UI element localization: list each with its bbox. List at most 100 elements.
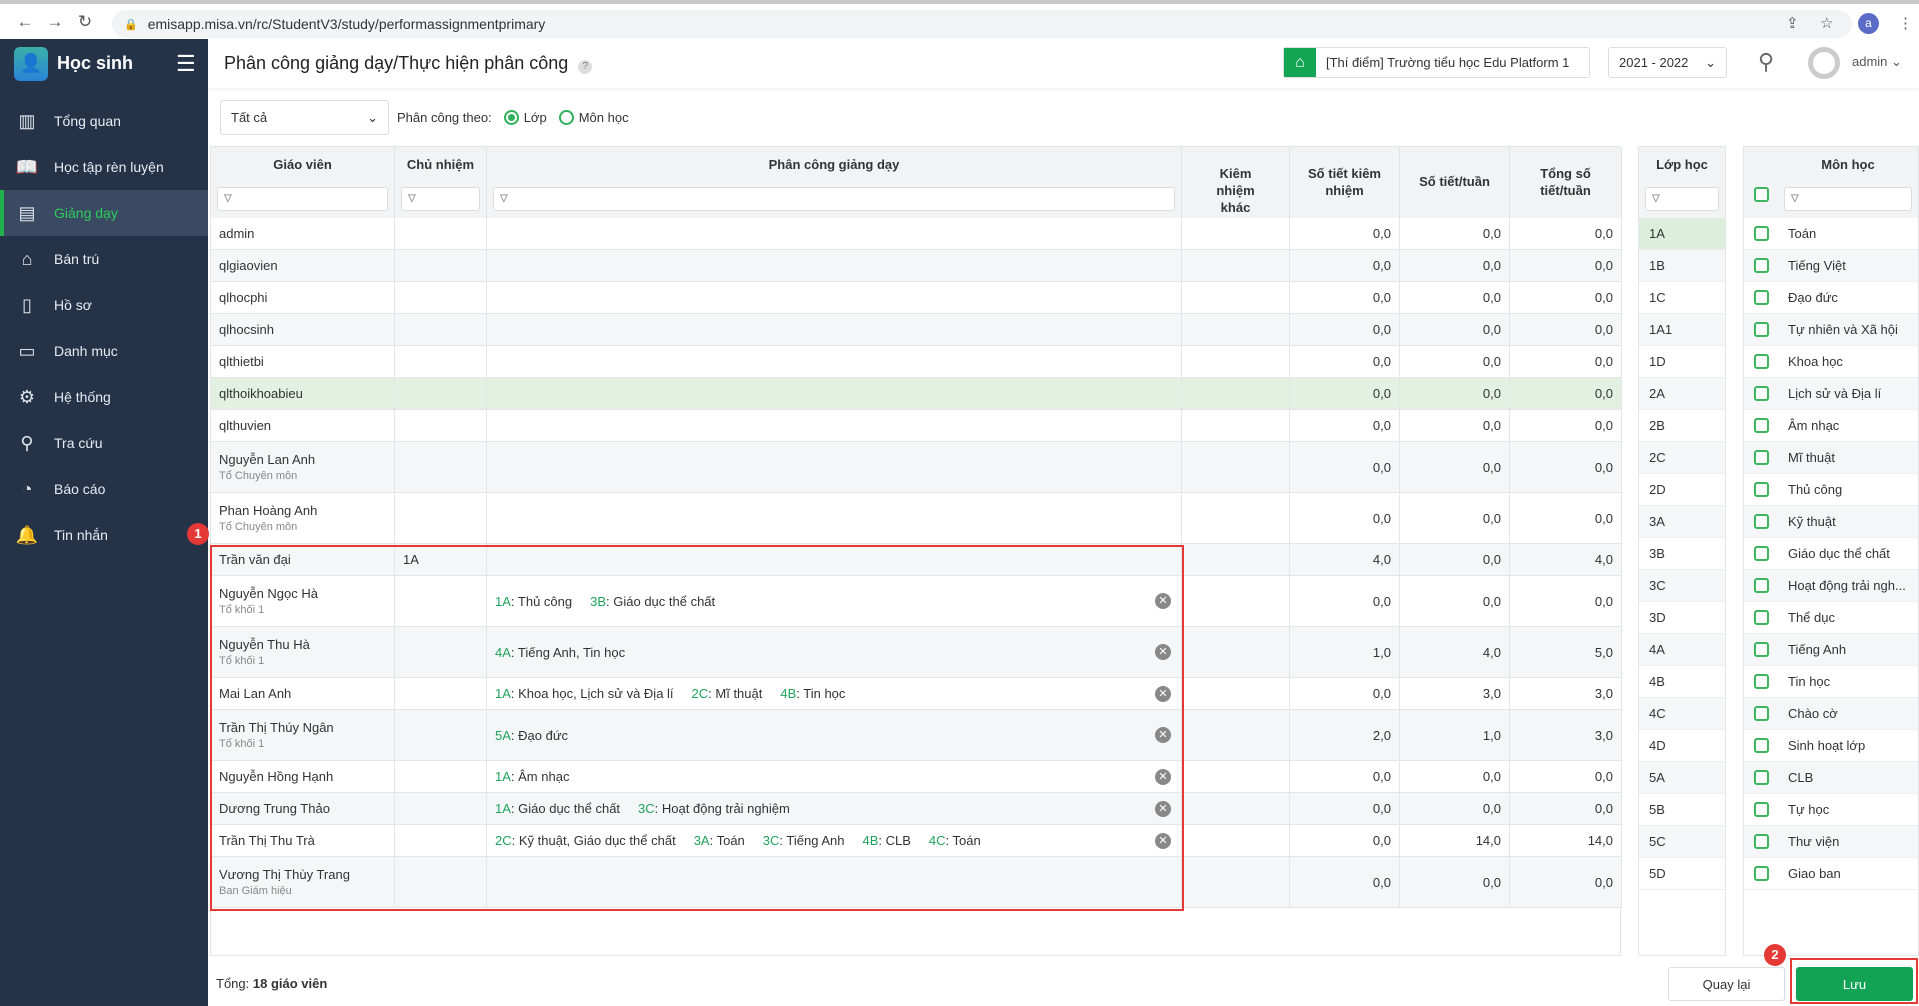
class-item[interactable]: 4B bbox=[1639, 666, 1725, 698]
assign-cell[interactable] bbox=[487, 282, 1182, 313]
subject-checkbox[interactable] bbox=[1754, 770, 1769, 785]
subject-item[interactable]: Tự nhiên và Xã hội bbox=[1744, 314, 1918, 346]
subject-checkbox[interactable] bbox=[1754, 738, 1769, 753]
sidebar-item[interactable]: ◔ Báo cáo bbox=[0, 466, 208, 512]
subject-item[interactable]: Tin học bbox=[1744, 666, 1918, 698]
class-item[interactable]: 3A bbox=[1639, 506, 1725, 538]
teacher-filter-input[interactable]: ▽ bbox=[217, 187, 388, 211]
filter-select[interactable]: Tất cả ⌄ bbox=[220, 100, 389, 135]
table-row[interactable]: Nguyễn Lan Anh Tổ Chuyên môn 0,0 0,0 0,0 bbox=[211, 442, 1622, 493]
subject-item[interactable]: Tiếng Anh bbox=[1744, 634, 1918, 666]
class-item[interactable]: 2D bbox=[1639, 474, 1725, 506]
address-bar[interactable]: 🔒 emisapp.misa.vn/rc/StudentV3/study/perf… bbox=[112, 10, 1852, 38]
subject-checkbox[interactable] bbox=[1754, 354, 1769, 369]
share-icon[interactable]: ⇪ bbox=[1786, 14, 1799, 32]
subject-checkbox[interactable] bbox=[1754, 514, 1769, 529]
sidebar-item[interactable]: ⚲ Tra cứu bbox=[0, 420, 208, 466]
class-item[interactable]: 1D bbox=[1639, 346, 1725, 378]
back-arrow-icon[interactable]: ← bbox=[10, 12, 40, 32]
assign-cell[interactable] bbox=[487, 218, 1182, 249]
subject-checkbox[interactable] bbox=[1754, 674, 1769, 689]
subject-item[interactable]: Lịch sử và Địa lí bbox=[1744, 378, 1918, 410]
search-analytics-icon[interactable]: ⚲ bbox=[1758, 49, 1774, 75]
subject-item[interactable]: Thể dục bbox=[1744, 602, 1918, 634]
class-item[interactable]: 2C bbox=[1639, 442, 1725, 474]
subject-item[interactable]: Toán bbox=[1744, 218, 1918, 250]
star-icon[interactable]: ☆ bbox=[1820, 14, 1833, 32]
table-row[interactable]: qlhocphi 0,0 0,0 0,0 bbox=[211, 282, 1622, 314]
help-icon[interactable]: ? bbox=[578, 60, 593, 74]
table-row[interactable]: qlthietbi 0,0 0,0 0,0 bbox=[211, 346, 1622, 378]
homeroom-filter-input[interactable]: ▽ bbox=[401, 187, 480, 211]
sidebar-item[interactable]: ⌂ Bán trú bbox=[0, 236, 208, 282]
subject-checkbox[interactable] bbox=[1754, 482, 1769, 497]
class-item[interactable]: 1B bbox=[1639, 250, 1725, 282]
assign-cell[interactable] bbox=[487, 346, 1182, 377]
subject-item[interactable]: Thủ công bbox=[1744, 474, 1918, 506]
sidebar-item[interactable]: 📖 Học tập rèn luyện bbox=[0, 144, 208, 190]
profile-avatar[interactable]: a bbox=[1858, 13, 1879, 34]
subject-checkbox[interactable] bbox=[1754, 258, 1769, 273]
class-item[interactable]: 4A bbox=[1639, 634, 1725, 666]
subject-item[interactable]: Thư viện bbox=[1744, 826, 1918, 858]
subject-item[interactable]: Đạo đức bbox=[1744, 282, 1918, 314]
back-button[interactable]: Quay lại bbox=[1668, 967, 1785, 1001]
table-row[interactable]: Phan Hoàng Anh Tổ Chuyên môn 0,0 0,0 0,0 bbox=[211, 493, 1622, 544]
subject-item[interactable]: Kỹ thuật bbox=[1744, 506, 1918, 538]
class-item[interactable]: 5B bbox=[1639, 794, 1725, 826]
subject-item[interactable]: Khoa học bbox=[1744, 346, 1918, 378]
kebab-menu-icon[interactable]: ⋮ bbox=[1898, 14, 1913, 32]
school-year-select[interactable]: 2021 - 2022 ⌄ bbox=[1608, 47, 1727, 78]
subject-checkbox[interactable] bbox=[1754, 642, 1769, 657]
table-row[interactable]: qlthuvien 0,0 0,0 0,0 bbox=[211, 410, 1622, 442]
select-all-checkbox[interactable] bbox=[1754, 187, 1769, 202]
subject-checkbox[interactable] bbox=[1754, 386, 1769, 401]
table-row[interactable]: qlhocsinh 0,0 0,0 0,0 bbox=[211, 314, 1622, 346]
table-row[interactable]: qlgiaovien 0,0 0,0 0,0 bbox=[211, 250, 1622, 282]
table-row[interactable]: qlthoikhoabieu 0,0 0,0 0,0 bbox=[211, 378, 1622, 410]
subject-checkbox[interactable] bbox=[1754, 866, 1769, 881]
user-avatar[interactable] bbox=[1808, 47, 1840, 79]
class-filter-input[interactable]: ▽ bbox=[1645, 187, 1719, 211]
sidebar-item[interactable]: ▭ Danh mục bbox=[0, 328, 208, 374]
sidebar-item[interactable]: ▤ Giảng dạy bbox=[0, 190, 208, 236]
radio-subject[interactable]: Môn học bbox=[558, 110, 629, 125]
subject-item[interactable]: Sinh hoạt lớp bbox=[1744, 730, 1918, 762]
class-item[interactable]: 3D bbox=[1639, 602, 1725, 634]
hamburger-menu-icon[interactable]: ☰ bbox=[176, 51, 196, 77]
class-item[interactable]: 3C bbox=[1639, 570, 1725, 602]
subject-checkbox[interactable] bbox=[1754, 546, 1769, 561]
class-item[interactable]: 4D bbox=[1639, 730, 1725, 762]
subject-checkbox[interactable] bbox=[1754, 610, 1769, 625]
subject-checkbox[interactable] bbox=[1754, 290, 1769, 305]
class-item[interactable]: 1C bbox=[1639, 282, 1725, 314]
class-item[interactable]: 1A bbox=[1639, 218, 1725, 250]
subject-checkbox[interactable] bbox=[1754, 322, 1769, 337]
sidebar-item[interactable]: ▥ Tổng quan bbox=[0, 98, 208, 144]
subject-filter-input[interactable]: ▽ bbox=[1784, 187, 1912, 211]
class-item[interactable]: 2B bbox=[1639, 410, 1725, 442]
subject-item[interactable]: Hoạt động trải ngh... bbox=[1744, 570, 1918, 602]
sidebar-item[interactable]: ▯ Hồ sơ bbox=[0, 282, 208, 328]
class-item[interactable]: 2A bbox=[1639, 378, 1725, 410]
subject-checkbox[interactable] bbox=[1754, 802, 1769, 817]
subject-item[interactable]: Giáo dục thể chất bbox=[1744, 538, 1918, 570]
radio-class[interactable]: Lớp bbox=[503, 110, 547, 125]
subject-item[interactable]: Giao ban bbox=[1744, 858, 1918, 890]
user-menu[interactable]: admin ⌄ bbox=[1852, 54, 1902, 70]
forward-arrow-icon[interactable]: → bbox=[40, 12, 70, 32]
subject-checkbox[interactable] bbox=[1754, 706, 1769, 721]
sidebar-item[interactable]: 🔔 Tin nhắn bbox=[0, 512, 208, 558]
assign-filter-input[interactable]: ▽ bbox=[493, 187, 1175, 211]
reload-icon[interactable]: ↻ bbox=[70, 12, 100, 32]
subject-item[interactable]: Chào cờ bbox=[1744, 698, 1918, 730]
subject-checkbox[interactable] bbox=[1754, 834, 1769, 849]
school-selector[interactable]: ⌂ [Thí điểm] Trường tiểu học Edu Platform… bbox=[1283, 47, 1590, 78]
subject-checkbox[interactable] bbox=[1754, 226, 1769, 241]
class-item[interactable]: 5A bbox=[1639, 762, 1725, 794]
assign-cell[interactable] bbox=[487, 442, 1182, 492]
assign-cell[interactable] bbox=[487, 250, 1182, 281]
assign-cell[interactable] bbox=[487, 378, 1182, 409]
assign-cell[interactable] bbox=[487, 314, 1182, 345]
subject-item[interactable]: Âm nhạc bbox=[1744, 410, 1918, 442]
